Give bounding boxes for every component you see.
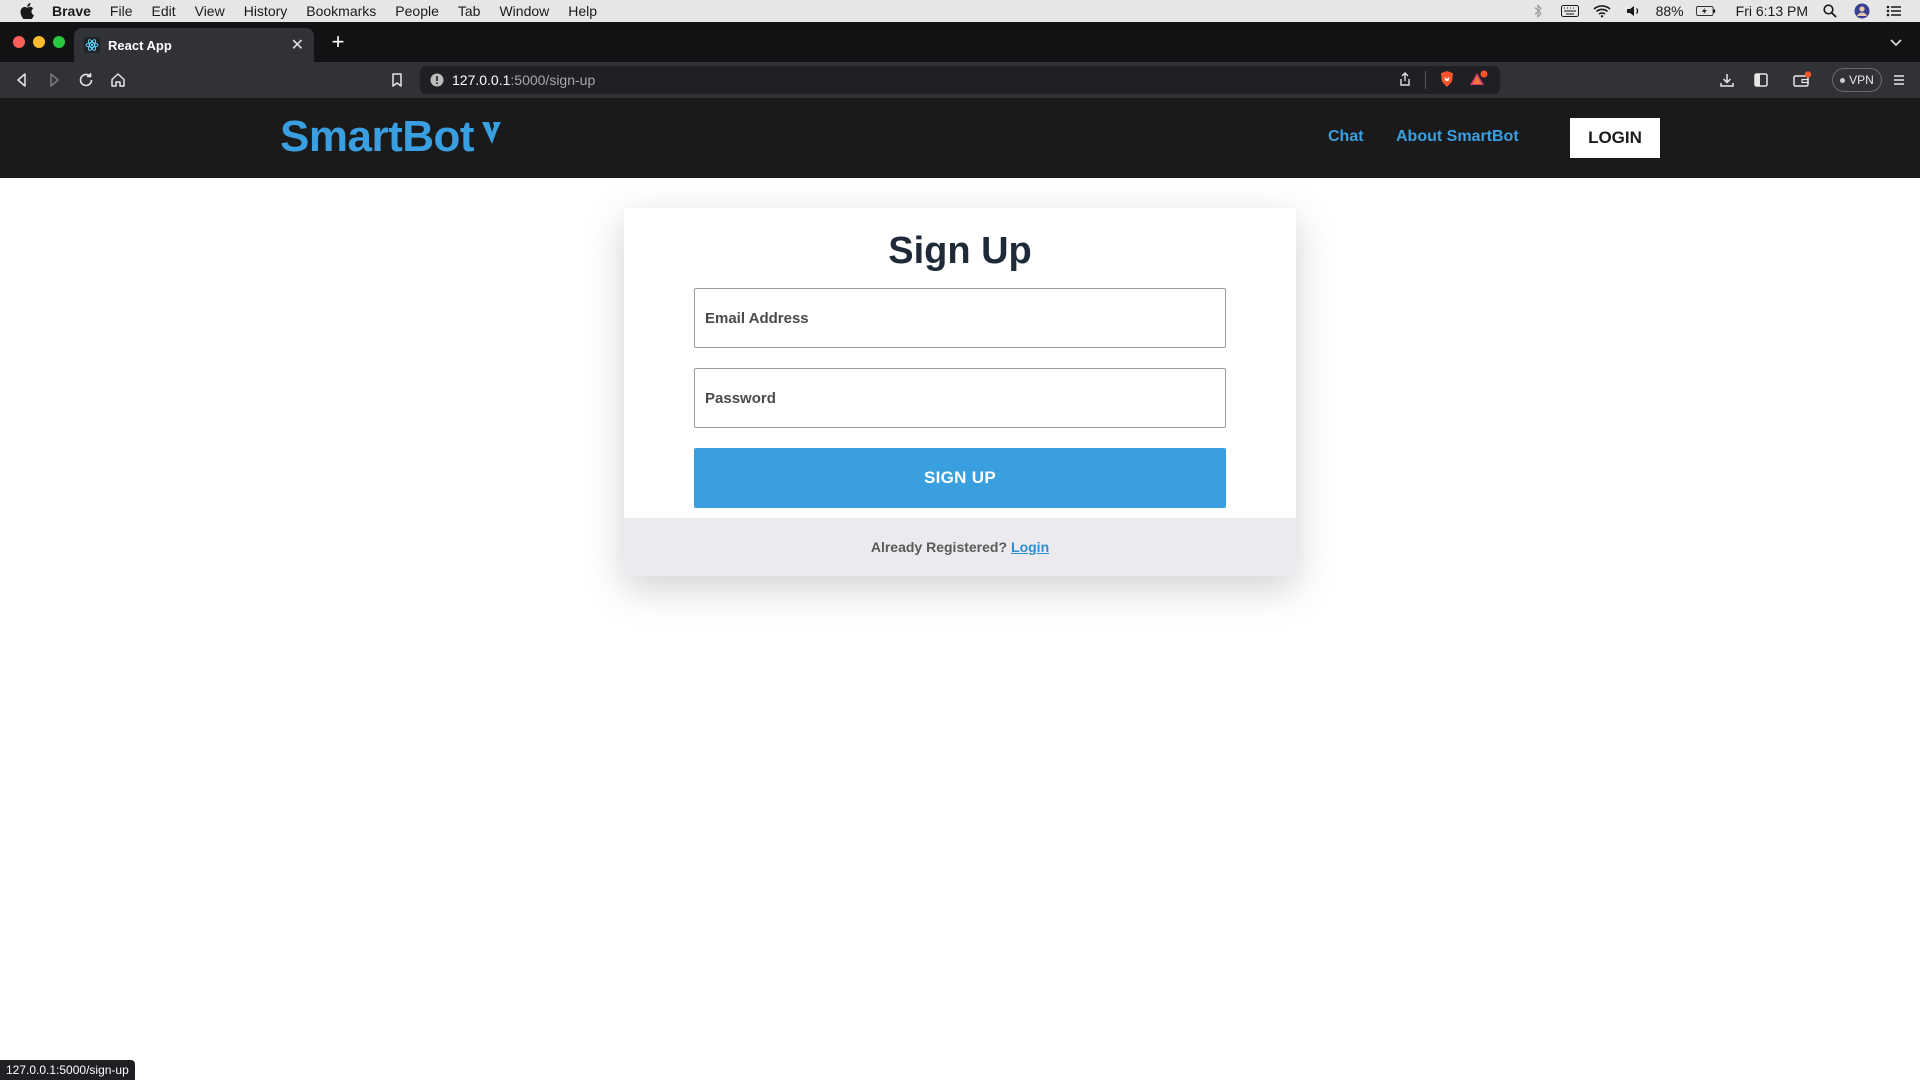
signup-title: Sign Up — [888, 230, 1032, 272]
forward-icon[interactable] — [45, 71, 63, 89]
downloads-icon[interactable] — [1718, 71, 1736, 89]
spotlight-search-icon[interactable] — [1820, 3, 1840, 19]
reload-icon[interactable] — [77, 71, 95, 89]
home-icon[interactable] — [109, 71, 127, 89]
window-close-button[interactable] — [13, 36, 25, 48]
tab-title: React App — [108, 37, 172, 53]
volume-icon[interactable] — [1624, 3, 1644, 19]
menu-brave[interactable]: Brave — [52, 3, 91, 19]
menu-people[interactable]: People — [395, 3, 439, 19]
notification-center-icon[interactable] — [1884, 3, 1904, 19]
menu-view[interactable]: View — [195, 3, 225, 19]
brave-shields-icon[interactable] — [1438, 70, 1456, 91]
share-icon[interactable] — [1397, 71, 1413, 90]
already-registered-text: Already Registered? — [870, 539, 1008, 555]
menu-help[interactable]: Help — [568, 3, 597, 19]
menu-file[interactable]: File — [110, 3, 133, 19]
menu-edit[interactable]: Edit — [151, 3, 175, 19]
logo-mark-icon — [482, 122, 502, 144]
password-input[interactable] — [694, 368, 1226, 428]
link-status-bar: 127.0.0.1:5000/sign-up — [0, 1060, 135, 1080]
browser-toolbar: 127.0.0.1:5000/sign-up VPN — [0, 62, 1920, 98]
hamburger-menu-icon[interactable] — [1890, 71, 1908, 89]
window-zoom-button[interactable] — [53, 36, 65, 48]
url-path: :5000/sign-up — [510, 72, 596, 88]
bluetooth-icon[interactable] — [1528, 3, 1548, 19]
address-bar[interactable]: 127.0.0.1:5000/sign-up — [420, 66, 1500, 94]
react-favicon-icon — [84, 37, 100, 53]
back-icon[interactable] — [13, 71, 31, 89]
battery-charging-icon[interactable] — [1695, 3, 1716, 19]
wifi-icon[interactable] — [1592, 3, 1612, 19]
tab-close-icon[interactable]: ✕ — [291, 35, 304, 55]
header-login-button[interactable]: LOGIN — [1570, 118, 1660, 158]
address-bar-divider — [1425, 71, 1426, 89]
url-host: 127.0.0.1 — [452, 72, 511, 88]
menu-tab[interactable]: Tab — [458, 3, 481, 19]
menu-window[interactable]: Window — [499, 3, 549, 19]
nav-about-link[interactable]: About SmartBot — [1396, 128, 1519, 146]
signup-button[interactable]: SIGN UP — [694, 448, 1226, 508]
vpn-button[interactable]: VPN — [1832, 68, 1882, 92]
macos-menu-bar: Brave File Edit View History Bookmarks P… — [0, 0, 1920, 22]
user-avatar-icon[interactable] — [1852, 3, 1872, 19]
apple-icon[interactable] — [20, 3, 38, 19]
vpn-label: VPN — [1849, 73, 1874, 87]
tab-list-chevron-icon[interactable] — [1886, 32, 1906, 52]
window-minimize-button[interactable] — [33, 36, 45, 48]
nav-chat-link[interactable]: Chat — [1328, 128, 1364, 146]
brave-rewards-icon[interactable] — [1468, 70, 1490, 91]
site-info-icon[interactable] — [430, 73, 444, 87]
browser-tab-strip: React App ✕ + — [0, 22, 1920, 62]
browser-tab-active[interactable]: React App ✕ — [74, 28, 314, 62]
smartbot-logo[interactable]: SmartBot — [280, 112, 506, 162]
wallet-icon[interactable] — [1792, 71, 1812, 89]
signup-card: Sign Up SIGN UP Already Registered? Logi… — [624, 208, 1296, 576]
logo-text: SmartBot — [280, 112, 475, 161]
signup-card-footer: Already Registered? Login — [624, 518, 1296, 576]
battery-percent: 88% — [1655, 3, 1684, 19]
clock: Fri 6:13 PM — [1735, 3, 1808, 19]
site-header: SmartBot Chat About SmartBot LOGIN — [0, 98, 1920, 178]
bookmark-icon[interactable] — [388, 71, 406, 89]
email-input[interactable] — [694, 288, 1226, 348]
menu-history[interactable]: History — [244, 3, 288, 19]
keyboard-icon[interactable] — [1560, 3, 1580, 19]
vpn-status-dot — [1840, 77, 1846, 83]
menu-bookmarks[interactable]: Bookmarks — [306, 3, 376, 19]
sidebar-icon[interactable] — [1752, 71, 1770, 89]
login-link[interactable]: Login — [1011, 539, 1049, 555]
new-tab-plus-icon[interactable]: + — [326, 29, 350, 54]
